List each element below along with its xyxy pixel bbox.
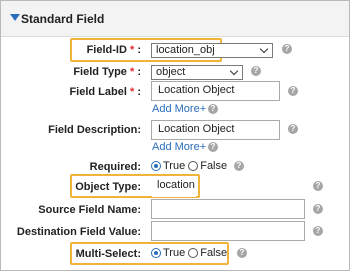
required-mark: * — [129, 66, 135, 78]
field-type-select[interactable]: object — [151, 65, 243, 80]
help-icon[interactable]: ? — [208, 142, 218, 152]
required-mark: * — [129, 44, 135, 56]
help-icon[interactable]: ? — [288, 86, 298, 96]
required-mark: * — [129, 86, 135, 98]
field-id-label: Field-ID * : — [86, 44, 141, 56]
collapse-caret-icon[interactable] — [10, 14, 20, 21]
multi-select-false-radio[interactable] — [188, 248, 199, 258]
required-false-radio[interactable] — [188, 161, 199, 171]
panel-header[interactable]: Standard Field — [1, 1, 349, 37]
field-label-label: Field Label * : — [69, 86, 141, 98]
field-label-add-more-link[interactable]: Add More+ — [152, 103, 206, 115]
field-id-value: location_obj — [156, 44, 215, 56]
multi-select-false-label[interactable]: False — [200, 247, 227, 259]
field-id-select[interactable]: location_obj — [151, 43, 273, 58]
field-description-input[interactable]: Location Object — [151, 120, 280, 140]
multi-select-true-label[interactable]: True — [163, 247, 185, 259]
help-icon[interactable]: ? — [313, 226, 323, 236]
required-true-radio[interactable] — [151, 161, 161, 171]
required-label: Required: — [89, 161, 141, 173]
required-radio-group: True False — [151, 160, 230, 172]
standard-field-panel: Standard Field Field-ID * : location_obj… — [0, 0, 350, 271]
required-true-label[interactable]: True — [163, 160, 185, 172]
source-field-name-input[interactable] — [151, 199, 305, 219]
destination-field-value-label: Destination Field Value: — [16, 226, 141, 238]
help-icon[interactable]: ? — [251, 66, 261, 76]
help-icon[interactable]: ? — [313, 181, 323, 191]
field-type-label: Field Type * : — [73, 66, 141, 78]
help-icon[interactable]: ? — [288, 124, 298, 134]
multi-select-true-radio[interactable] — [151, 248, 161, 258]
object-type-label: Object Type: — [75, 181, 141, 193]
source-field-name-label: Source Field Name: — [38, 204, 141, 216]
help-icon[interactable]: ? — [282, 44, 292, 54]
field-type-value: object — [156, 66, 186, 78]
help-icon[interactable]: ? — [237, 248, 247, 258]
destination-field-value-input[interactable] — [151, 221, 305, 241]
multi-select-label: Multi-Select: — [75, 248, 141, 260]
chevron-down-icon — [229, 66, 239, 76]
field-description-add-more-link[interactable]: Add More+ — [152, 141, 206, 153]
field-description-label: Field Description: — [48, 124, 141, 136]
object-type-input[interactable]: location — [152, 177, 196, 197]
help-icon[interactable]: ? — [313, 204, 323, 214]
chevron-down-icon — [259, 44, 269, 54]
panel-title: Standard Field — [21, 12, 105, 26]
field-label-input[interactable]: Location Object — [151, 81, 280, 101]
help-icon[interactable]: ? — [234, 161, 244, 171]
required-false-label[interactable]: False — [200, 160, 227, 172]
help-icon[interactable]: ? — [208, 104, 218, 114]
multi-select-radio-group: True False — [151, 247, 230, 259]
